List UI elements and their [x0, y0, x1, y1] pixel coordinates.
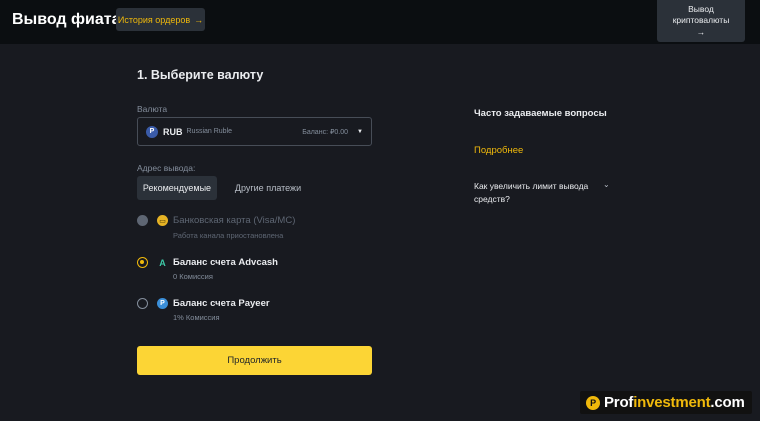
crypto-withdraw-label-line2: криптовалюты [672, 15, 730, 26]
arrow-right-icon: → [194, 14, 204, 25]
more-link[interactable]: Подробнее [474, 145, 523, 156]
currency-name: Russian Ruble [186, 128, 233, 135]
crypto-withdraw-label-line1: Вывод [688, 3, 714, 14]
bank-card-subtitle: Работа канала приостановлена [173, 231, 284, 240]
watermark-logo-icon: P [586, 395, 600, 410]
order-history-button[interactable]: История ордеров → [116, 8, 205, 31]
payeer-radio[interactable] [137, 298, 148, 309]
advcash-icon: A [159, 257, 166, 268]
currency-code: RUB [163, 126, 183, 137]
ruble-coin-icon: P [146, 125, 158, 138]
advcash-radio[interactable] [137, 257, 148, 268]
watermark-suffix: .com [710, 394, 745, 411]
order-history-label: История ордеров [117, 14, 191, 25]
arrow-right-icon: → [696, 26, 706, 37]
tab-other-payments[interactable]: Другие платежи [226, 176, 310, 200]
advcash-title[interactable]: Баланс счета Advcash [173, 257, 278, 268]
payeer-subtitle: 1% Комиссия [173, 313, 220, 322]
bank-card-title: Банковская карта (Visa/MC) [173, 215, 296, 226]
bank-card-icon: ▭ [157, 215, 168, 226]
continue-button[interactable]: Продолжить [137, 346, 372, 375]
payeer-title[interactable]: Баланс счета Payeer [173, 298, 270, 309]
bank-card-radio [137, 215, 148, 226]
currency-label: Валюта [137, 104, 168, 114]
watermark-accent: investment [633, 394, 711, 411]
watermark: P Prof investment .com [580, 391, 752, 414]
caret-down-icon: ▼ [357, 128, 363, 135]
faq-title: Часто задаваемые вопросы [474, 108, 607, 119]
page-title: Вывод фиата [12, 11, 121, 28]
currency-balance: Баланс: ₽0.00 [302, 128, 349, 136]
faq-question[interactable]: Как увеличить лимит вывода средств? [474, 180, 599, 205]
tab-recommended[interactable]: Рекомендуемые [137, 176, 217, 200]
step-title: 1. Выберите валюту [137, 68, 264, 82]
chevron-down-icon[interactable]: ⌄ [603, 180, 610, 189]
payeer-icon: P [157, 298, 168, 309]
watermark-prefix: Prof [604, 394, 634, 411]
advcash-subtitle: 0 Комиссия [173, 272, 213, 281]
currency-select[interactable]: P RUB Russian Ruble Баланс: ₽0.00 ▼ [137, 117, 372, 146]
crypto-withdraw-button[interactable]: Вывод криптовалюты → [657, 0, 745, 42]
top-bar: Вывод фиата История ордеров → Вывод крип… [0, 0, 760, 44]
address-label: Адрес вывода: [137, 163, 196, 173]
